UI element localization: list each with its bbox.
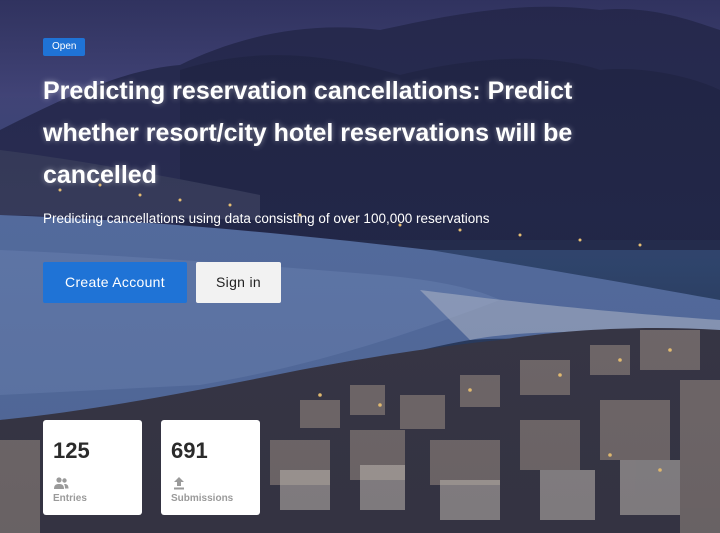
entries-count: 125 xyxy=(53,438,90,463)
submissions-count: 691 xyxy=(171,438,208,463)
people-icon xyxy=(54,477,69,489)
create-account-button[interactable]: Create Account xyxy=(43,262,187,303)
submissions-card: 691 Submissions xyxy=(161,420,260,515)
sign-in-button[interactable]: Sign in xyxy=(196,262,281,303)
upload-icon xyxy=(174,477,184,490)
page-title: Predicting reservation cancellations: Pr… xyxy=(43,77,573,189)
entries-label: Entries xyxy=(53,493,87,504)
page-subtitle: Predicting cancellations using data cons… xyxy=(43,211,490,226)
status-badge: Open xyxy=(43,38,86,56)
entries-card: 125 Entries xyxy=(43,420,142,515)
submissions-label: Submissions xyxy=(171,493,234,504)
